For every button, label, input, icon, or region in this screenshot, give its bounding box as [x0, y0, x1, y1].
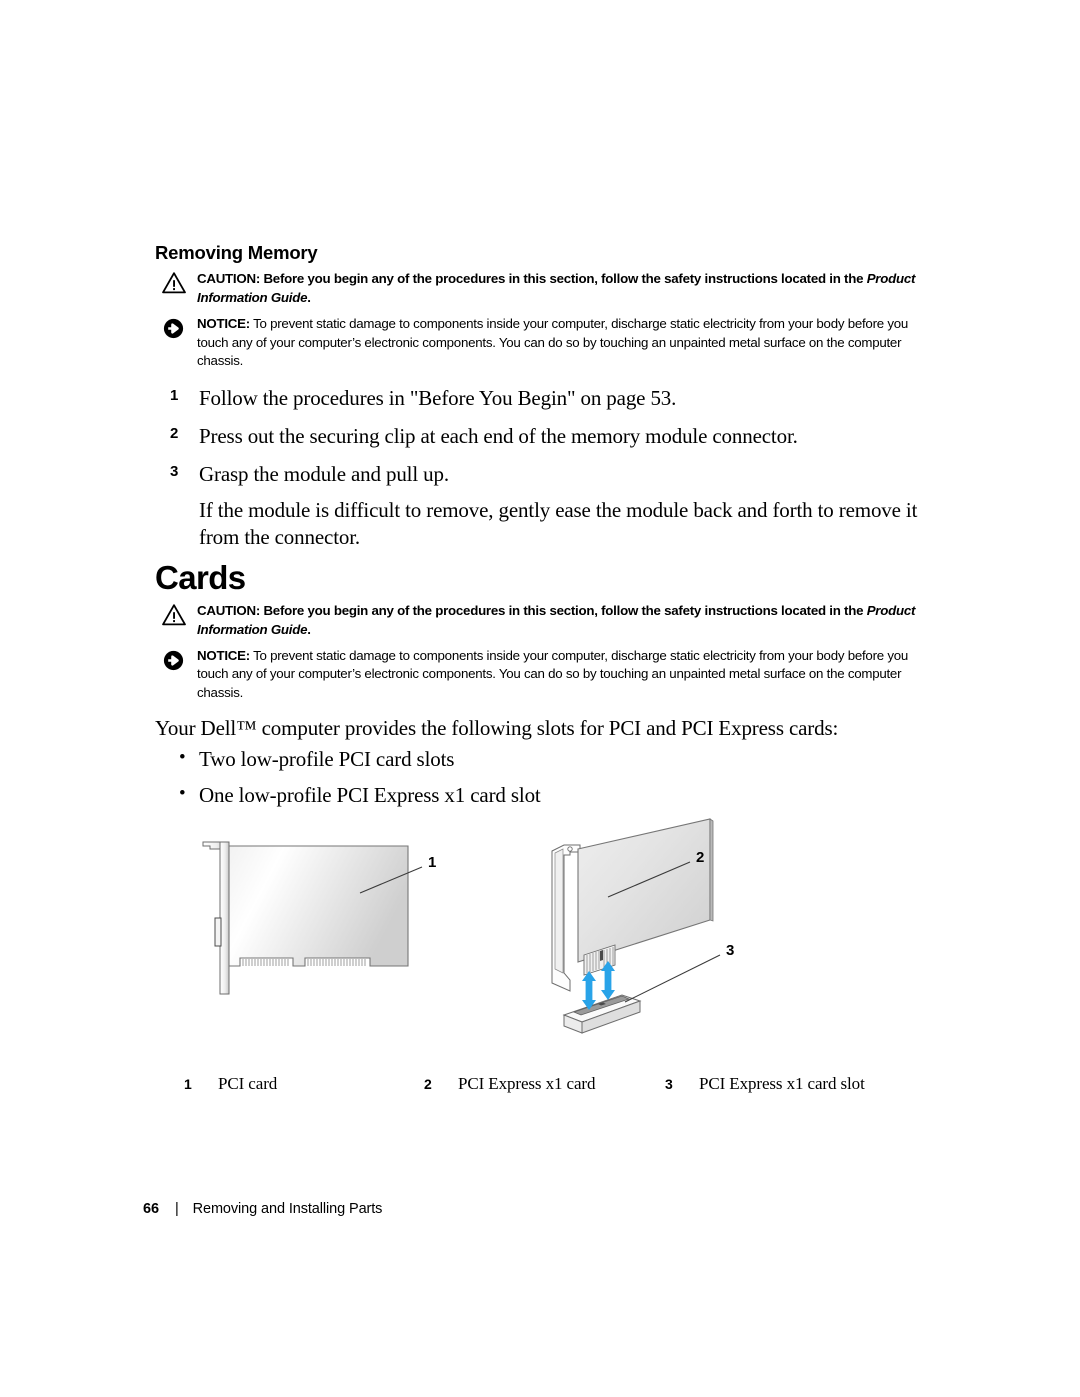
figure-legend-item-1: 1 PCI card — [184, 1074, 277, 1094]
page-footer: 66 | Removing and Installing Parts — [143, 1201, 382, 1217]
list-item: 2 Press out the securing clip at each en… — [155, 423, 935, 450]
pci-edge-contacts-left — [242, 959, 289, 966]
legend-number: 2 — [424, 1076, 432, 1092]
caution-text-block: CAUTION: Before you begin any of the pro… — [197, 270, 935, 307]
legend-number: 3 — [665, 1076, 673, 1092]
figure-legend-item-3: 3 PCI Express x1 card slot — [665, 1074, 865, 1094]
figure-callout-number-2: 2 — [696, 849, 704, 866]
caution-admonition-memory: CAUTION: Before you begin any of the pro… — [155, 270, 935, 307]
legend-label: PCI card — [218, 1074, 278, 1093]
caution-label: CAUTION: — [197, 603, 260, 619]
step-text: Follow the procedures in "Before You Beg… — [199, 386, 677, 411]
page-title: Removing Memory — [155, 242, 318, 263]
cards-intro-paragraph: Your Dell™ computer provides the followi… — [155, 715, 839, 740]
cards-slot-list: • Two low-profile PCI card slots • One l… — [155, 746, 935, 810]
notice-label: NOTICE: — [197, 315, 250, 331]
document-page: Removing Memory CAUTION: Before you begi… — [0, 0, 1080, 1397]
step-note-text: If the module is difficult to remove, ge… — [199, 497, 918, 549]
procedure-steps-list: 1 Follow the procedures in "Before You B… — [155, 385, 935, 550]
cards-illustration: 1 2 3 — [170, 805, 810, 1060]
step-number: 2 — [170, 424, 179, 442]
arrow-circle-icon — [161, 648, 187, 672]
step-continuation-note: If the module is difficult to remove, ge… — [155, 497, 935, 551]
notice-label: NOTICE: — [197, 647, 250, 663]
bullet-icon: • — [179, 747, 186, 768]
pci-card-graphic — [202, 841, 423, 995]
bullet-icon: • — [179, 783, 186, 805]
notice-admonition-cards: NOTICE: To prevent static damage to comp… — [155, 647, 935, 703]
legend-label: PCI Express x1 card — [458, 1074, 596, 1093]
legend-label: PCI Express x1 card slot — [699, 1074, 865, 1093]
notice-text-block: NOTICE: To prevent static damage to comp… — [197, 315, 935, 371]
list-item: 1 Follow the procedures in "Before You B… — [155, 385, 935, 412]
page-content: Removing Memory CAUTION: Before you begi… — [155, 242, 935, 819]
footer-separator: | — [174, 1201, 179, 1217]
bullet-text: One low-profile PCI Express x1 card slot — [199, 783, 541, 808]
caution-label: CAUTION: — [197, 271, 260, 287]
notice-admonition-memory: NOTICE: To prevent static damage to comp… — [155, 315, 935, 371]
figure-callout-number-3: 3 — [726, 942, 734, 959]
warning-triangle-icon — [161, 603, 187, 627]
cards-heading: Cards — [155, 559, 246, 597]
caution-period: . — [307, 621, 311, 637]
caution-body: Before you begin any of the procedures i… — [260, 271, 867, 287]
step-number: 3 — [170, 462, 179, 480]
step-number: 1 — [170, 387, 179, 405]
notice-body: To prevent static damage to components i… — [197, 647, 909, 700]
arrow-circle-icon — [161, 316, 187, 340]
caution-text-block: CAUTION: Before you begin any of the pro… — [197, 602, 935, 639]
figure-callout-number-1: 1 — [428, 854, 436, 871]
footer-title: Removing and Installing Parts — [192, 1201, 383, 1217]
figure-legend-item-2: 2 PCI Express x1 card — [424, 1074, 595, 1094]
page-number: 66 — [143, 1201, 159, 1217]
leader-line-3 — [624, 954, 721, 1003]
caution-body: Before you begin any of the procedures i… — [260, 603, 867, 619]
warning-triangle-icon — [161, 271, 187, 295]
step-text: Press out the securing clip at each end … — [199, 423, 798, 448]
pci-edge-contacts-right — [307, 959, 366, 966]
notice-text-block: NOTICE: To prevent static damage to comp… — [197, 647, 935, 703]
list-item: 3 Grasp the module and pull up. — [155, 461, 935, 488]
caution-admonition-cards: CAUTION: Before you begin any of the pro… — [155, 602, 935, 639]
caution-period: . — [307, 290, 311, 306]
figure-legend: 1 PCI card 2 PCI Express x1 card 3 PCI Expr… — [178, 1074, 938, 1102]
step-text: Grasp the module and pull up. — [199, 461, 449, 486]
notice-body: To prevent static damage to components i… — [197, 315, 909, 369]
legend-number: 1 — [184, 1076, 192, 1092]
list-item: • Two low-profile PCI card slots — [155, 746, 935, 773]
bullet-text: Two low-profile PCI card slots — [199, 747, 455, 771]
pci-express-card-graphic — [551, 818, 721, 1034]
